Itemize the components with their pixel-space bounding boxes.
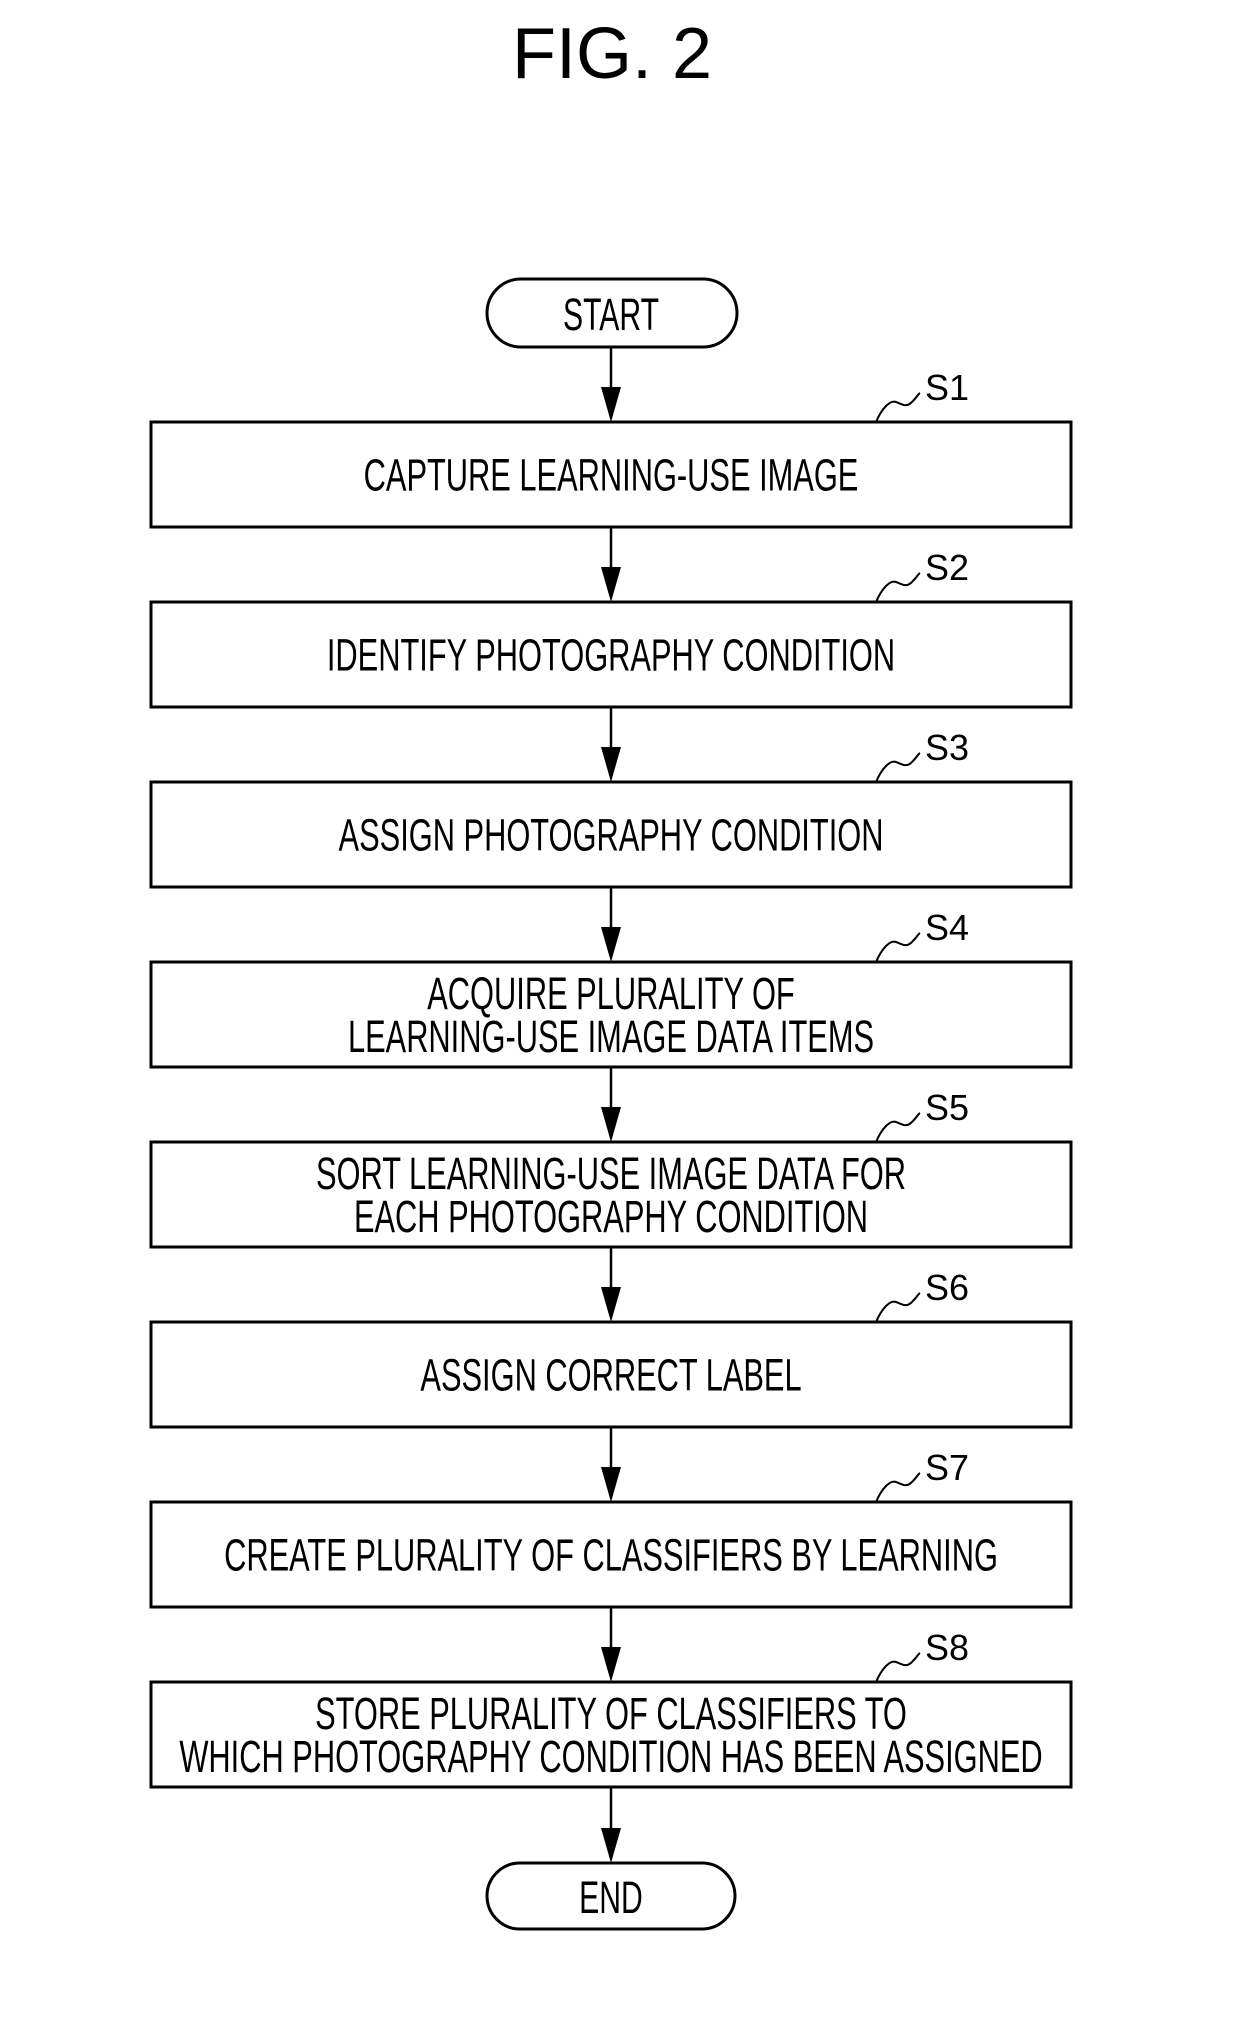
step-text-line: EACH PHOTOGRAPHY CONDITION	[354, 1192, 868, 1242]
step-text-line: ASSIGN PHOTOGRAPHY CONDITION	[339, 811, 884, 861]
step-text-line: LEARNING-USE IMAGE DATA ITEMS	[348, 1012, 874, 1062]
step-label: S1	[925, 367, 969, 408]
leader-squiggle-icon	[875, 752, 921, 783]
leader-squiggle-icon	[875, 1472, 921, 1503]
arrow-s1-to-s2	[601, 527, 621, 602]
step-label: S5	[925, 1087, 969, 1128]
arrow-start-to-s1	[601, 347, 621, 422]
arrowhead-icon	[601, 1828, 621, 1863]
step-text-line: CAPTURE LEARNING-USE IMAGE	[364, 451, 859, 501]
step-text-line: IDENTIFY PHOTOGRAPHY CONDITION	[327, 631, 895, 681]
step-label: S7	[925, 1447, 969, 1488]
arrow-s2-to-s3	[601, 707, 621, 782]
arrowhead-icon	[601, 747, 621, 782]
arrow-s3-to-s4	[601, 887, 621, 962]
arrowhead-icon	[601, 387, 621, 422]
flowchart: FIG. 2 START CAPTURE LEARNING-USE IMAGE S…	[149, 14, 1073, 1931]
figure-title: FIG. 2	[512, 14, 712, 94]
arrow-s7-to-s8	[601, 1607, 621, 1682]
leader-squiggle-icon	[875, 1112, 921, 1143]
arrow-s6-to-s7	[601, 1427, 621, 1502]
arrow-s5-to-s6	[601, 1247, 621, 1322]
step-label: S8	[925, 1627, 969, 1668]
arrowhead-icon	[601, 567, 621, 602]
start-label: START	[563, 290, 659, 341]
leader-squiggle-icon	[875, 1652, 921, 1683]
arrowhead-icon	[601, 1647, 621, 1682]
arrowhead-icon	[601, 1467, 621, 1502]
step-label: S3	[925, 727, 969, 768]
arrowhead-icon	[601, 1107, 621, 1142]
arrow-s4-to-s5	[601, 1067, 621, 1142]
step-text-line: WHICH PHOTOGRAPHY CONDITION HAS BEEN ASS…	[179, 1732, 1042, 1782]
leader-squiggle-icon	[875, 572, 921, 603]
arrow-s8-to-end	[601, 1787, 621, 1863]
end-label: END	[579, 1873, 643, 1924]
flow-arrows	[601, 347, 621, 1863]
start-terminal: START	[485, 277, 739, 349]
leader-squiggle-icon	[875, 392, 921, 423]
step-text-line: ASSIGN CORRECT LABEL	[420, 1351, 801, 1401]
step-label: S6	[925, 1267, 969, 1308]
step-label: S4	[925, 907, 969, 948]
end-terminal: END	[485, 1861, 737, 1931]
step-text-line: CREATE PLURALITY OF CLASSIFIERS BY LEARN…	[224, 1531, 998, 1581]
arrowhead-icon	[601, 927, 621, 962]
leader-squiggle-icon	[875, 932, 921, 963]
arrowhead-icon	[601, 1287, 621, 1322]
leader-squiggle-icon	[875, 1292, 921, 1323]
step-label: S2	[925, 547, 969, 588]
